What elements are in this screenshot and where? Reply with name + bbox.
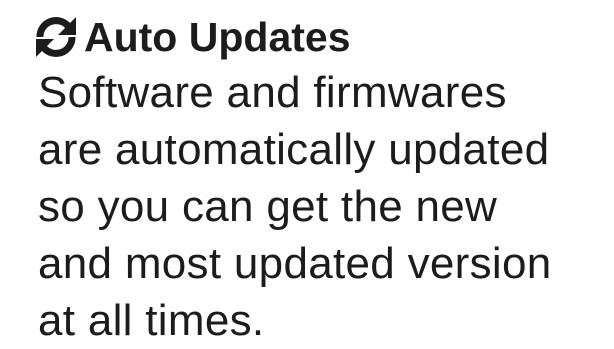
description-line: and most updated version: [38, 239, 552, 288]
feature-title: Auto Updates: [84, 14, 351, 60]
feature-description: Software and firmwares are automatically…: [32, 64, 602, 349]
description-line: at all times.: [38, 296, 265, 345]
description-line: so you can get the new: [38, 182, 498, 231]
auto-updates-feature: Auto Updates Software and firmwares are …: [32, 10, 602, 349]
description-line: are automatically updated: [38, 125, 550, 174]
feature-header: Auto Updates: [32, 10, 602, 64]
sync-icon: [32, 13, 80, 61]
description-line: Software and firmwares: [38, 68, 507, 117]
